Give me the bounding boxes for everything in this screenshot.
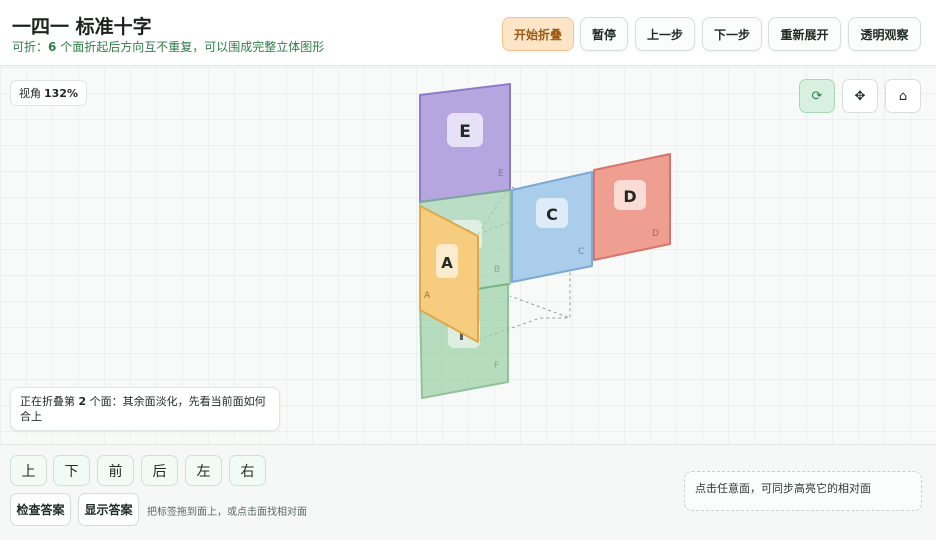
face-a-label: A <box>441 254 453 272</box>
subtitle-prefix: 可折： <box>12 40 49 54</box>
face-a-corner: A <box>424 291 431 301</box>
view-angle-badge: 视角 132% <box>10 80 87 106</box>
drag-hint: 把标签拖到面上，或点击面找相对面 <box>147 507 307 518</box>
move-icon[interactable]: ✥ <box>842 79 878 113</box>
pause-button[interactable]: 暂停 <box>580 17 628 51</box>
face-c-label: C <box>546 205 558 224</box>
direction-right-button[interactable]: 右 <box>229 455 266 486</box>
face-f-corner: F <box>494 361 499 371</box>
prev-step-button[interactable]: 上一步 <box>635 17 695 51</box>
direction-left-button[interactable]: 左 <box>185 455 222 486</box>
page-title: 一四一 标准十字 <box>12 16 152 38</box>
show-answer-button[interactable]: 显示答案 <box>78 493 139 526</box>
transparent-view-button[interactable]: 透明观察 <box>848 17 921 51</box>
direction-up-button[interactable]: 上 <box>10 455 47 486</box>
face-e-label: E <box>459 122 471 142</box>
status-prefix: 正在折叠第 <box>20 395 79 408</box>
status-step: 2 <box>78 395 87 408</box>
face-c[interactable]: C C <box>511 171 593 283</box>
direction-down-button[interactable]: 下 <box>53 455 90 486</box>
face-e-corner: E <box>498 169 504 179</box>
face-d-corner: D <box>652 229 659 239</box>
view-label: 视角 <box>19 87 41 100</box>
header-bar: 一四一 标准十字 可折：6 个面折起后方向互不重复，可以围成完整立体图形 开始折… <box>0 0 936 66</box>
reset-unfold-button[interactable]: 重新展开 <box>768 17 841 51</box>
direction-back-button[interactable]: 后 <box>141 455 178 486</box>
start-fold-button[interactable]: 开始折叠 <box>502 17 574 51</box>
page-subtitle: 可折：6 个面折起后方向互不重复，可以围成完整立体图形 <box>12 38 324 55</box>
opposite-face-info: 点击任意面，可同步高亮它的相对面 <box>684 471 922 511</box>
subtitle-rest: 个面折起后方向互不重复，可以围成完整立体图形 <box>56 40 325 54</box>
next-step-button[interactable]: 下一步 <box>702 17 762 51</box>
view-zoom: 132% <box>44 86 78 100</box>
home-icon[interactable]: ⌂ <box>885 79 921 113</box>
rotate-icon[interactable]: ⟳ <box>799 79 835 113</box>
face-b-corner: B <box>494 265 500 275</box>
check-answer-button[interactable]: 检查答案 <box>10 493 71 526</box>
direction-front-button[interactable]: 前 <box>97 455 134 486</box>
face-d[interactable]: D D <box>593 153 671 261</box>
fold-status-message: 正在折叠第 2 个面：其余面淡化，先看当前面如何合上 <box>10 387 280 431</box>
face-c-corner: C <box>578 247 584 257</box>
face-e[interactable]: E E <box>419 83 511 203</box>
face-d-label: D <box>623 187 636 206</box>
